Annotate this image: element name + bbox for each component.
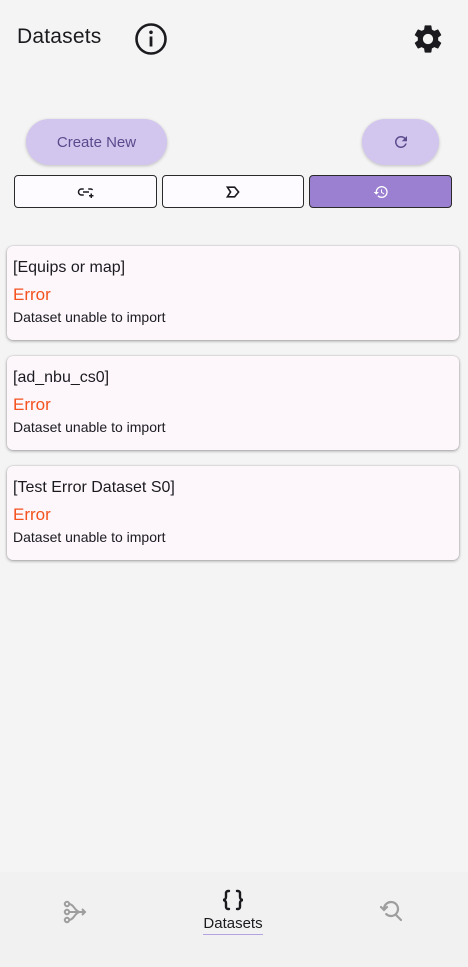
page-title: Datasets [17, 25, 102, 48]
settings-button[interactable] [409, 20, 447, 58]
refresh-icon [394, 135, 407, 148]
dataset-card[interactable]: [Equips or map] Error Dataset unable to … [7, 246, 459, 340]
segment-link[interactable] [14, 175, 157, 208]
flow-branch-icon [63, 900, 87, 924]
dataset-status: Error [13, 395, 51, 414]
dataset-message: Dataset unable to import [13, 529, 166, 545]
info-circle-icon [135, 23, 167, 55]
dataset-status: Error [13, 285, 51, 304]
link-add-icon [77, 187, 93, 198]
segment-label[interactable] [162, 175, 304, 208]
segment-history[interactable] [309, 175, 452, 208]
dataset-message: Dataset unable to import [13, 309, 166, 325]
dataset-message: Dataset unable to import [13, 419, 166, 435]
dataset-name: [Test Error Dataset S0] [13, 479, 175, 496]
braces-icon [222, 889, 244, 911]
search-history-icon [379, 900, 403, 922]
dataset-card[interactable]: [Test Error Dataset S0] Error Dataset un… [7, 466, 459, 560]
dataset-name: [Equips or map] [13, 259, 126, 276]
label-tag-icon [225, 185, 240, 198]
nav-item-search-history[interactable] [331, 872, 451, 952]
gear-icon [414, 25, 442, 53]
history-icon [373, 185, 388, 198]
dataset-status: Error [13, 505, 51, 524]
nav-item-datasets[interactable]: Datasets [173, 872, 293, 952]
app-bar: Datasets [0, 0, 468, 78]
refresh-button[interactable] [362, 119, 439, 165]
create-new-button[interactable]: Create New [26, 119, 167, 165]
info-button[interactable] [133, 21, 169, 57]
nav-item-flows[interactable] [15, 872, 135, 952]
dataset-card[interactable]: [ad_nbu_cs0] Error Dataset unable to imp… [7, 356, 459, 450]
dataset-name: [ad_nbu_cs0] [13, 369, 110, 386]
bottom-nav: Datasets [0, 872, 468, 967]
nav-label-datasets: Datasets [203, 915, 263, 935]
